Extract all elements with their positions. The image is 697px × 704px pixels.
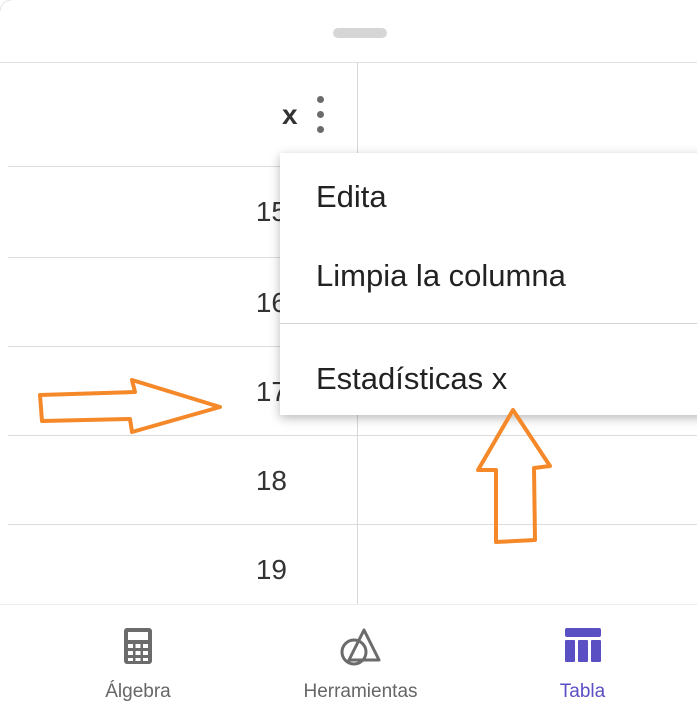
- table-cell[interactable]: 19: [256, 554, 287, 586]
- table-icon: [564, 628, 601, 662]
- tools-shapes-icon: [340, 628, 380, 666]
- nav-item-tools[interactable]: Herramientas: [278, 605, 443, 704]
- nav-label-tools: Herramientas: [303, 681, 418, 702]
- sheet-top-bar: [0, 0, 697, 63]
- menu-item-edit[interactable]: Edita: [316, 179, 387, 215]
- menu-item-statistics[interactable]: Estadísticas x: [316, 361, 507, 397]
- nav-label-table: Tabla: [559, 681, 606, 702]
- table-row: 18: [8, 436, 697, 525]
- menu-item-clear-column[interactable]: Limpia la columna: [316, 258, 566, 294]
- bottom-navigation: Álgebra Herramientas Tabla: [0, 604, 697, 704]
- nav-label-algebra: Álgebra: [105, 681, 171, 702]
- column-context-menu: Edita Limpia la columna Estadísticas x: [280, 153, 697, 415]
- nav-item-table[interactable]: Tabla: [515, 605, 650, 704]
- column-header-x: x: [282, 99, 298, 130]
- nav-item-algebra[interactable]: Álgebra: [68, 605, 208, 704]
- menu-separator: [280, 323, 697, 324]
- drag-handle[interactable]: [333, 28, 387, 38]
- column-options-icon[interactable]: [312, 94, 328, 136]
- table-row: 19: [8, 525, 697, 604]
- table-cell[interactable]: 18: [256, 465, 287, 497]
- sheet-corner: [0, 0, 11, 11]
- calculator-icon: [124, 628, 152, 664]
- table-header-row: x: [8, 62, 697, 167]
